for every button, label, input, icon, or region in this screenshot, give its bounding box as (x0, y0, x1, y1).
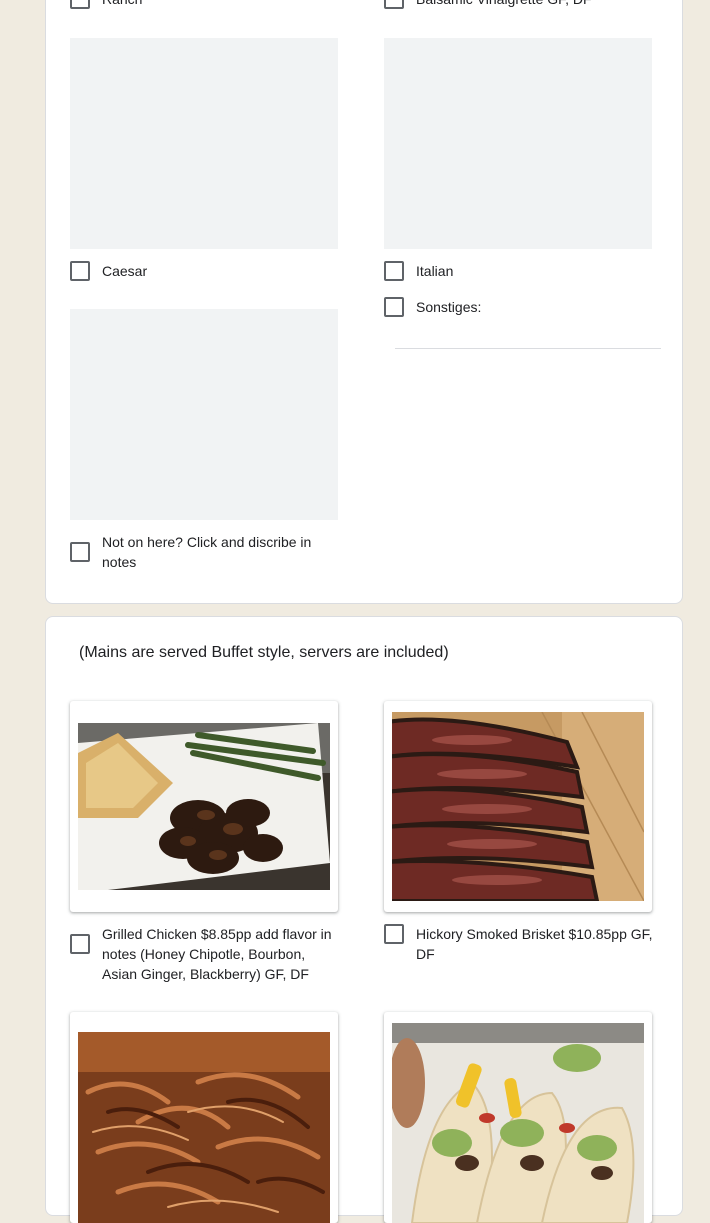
other-text-input[interactable] (395, 348, 661, 349)
smoked-brisket-photo (392, 712, 644, 901)
option-label: Grilled Chicken $8.85pp add flavor in no… (102, 926, 332, 982)
smoked-brisket-image-frame (384, 701, 652, 912)
italian-image-placeholder (384, 38, 652, 249)
dressing-question-card: Ranch Balsamic Vinaigrette GF, DF Caesar… (45, 0, 683, 604)
ranch-checkbox[interactable] (70, 0, 90, 9)
option-not-listed[interactable]: Not on here? Click and discribe in notes (70, 532, 330, 572)
question-description: (Mains are served Buffet style, servers … (79, 644, 449, 661)
caesar-image-placeholder (70, 38, 338, 249)
option-other[interactable]: Sonstiges: (384, 297, 481, 317)
option-label: Ranch (102, 0, 142, 9)
option-label: Hickory Smoked Brisket $10.85pp GF, DF (416, 926, 653, 962)
italian-checkbox[interactable] (384, 261, 404, 281)
not-listed-checkbox[interactable] (70, 542, 90, 562)
balsamic-checkbox[interactable] (384, 0, 404, 9)
grilled-chicken-checkbox[interactable] (70, 934, 90, 954)
option-caesar[interactable]: Caesar (70, 261, 147, 281)
grilled-chicken-image-frame (70, 701, 338, 912)
other-checkbox[interactable] (384, 297, 404, 317)
pulled-pork-image-frame (70, 1012, 338, 1223)
option-smoked-brisket[interactable]: Hickory Smoked Brisket $10.85pp GF, DF (384, 924, 654, 964)
option-ranch[interactable]: Ranch (70, 0, 142, 9)
option-balsamic[interactable]: Balsamic Vinaigrette GF, DF (384, 0, 592, 9)
caesar-checkbox[interactable] (70, 261, 90, 281)
grilled-chicken-photo (78, 723, 330, 890)
option-label: Caesar (102, 263, 148, 279)
not-listed-image-placeholder (70, 309, 338, 520)
option-label: Not on here? Click and discribe in notes (102, 534, 312, 570)
option-label: Italian (416, 263, 454, 279)
option-label: Balsamic Vinaigrette GF, DF (416, 0, 592, 9)
smoked-brisket-checkbox[interactable] (384, 924, 404, 944)
tacos-photo (392, 1023, 644, 1223)
pulled-pork-photo (78, 1032, 330, 1223)
option-grilled-chicken[interactable]: Grilled Chicken $8.85pp add flavor in no… (70, 924, 340, 984)
tacos-image-frame (384, 1012, 652, 1223)
option-italian[interactable]: Italian (384, 261, 453, 281)
mains-question-card: (Mains are served Buffet style, servers … (45, 616, 683, 1223)
option-label: Sonstiges: (416, 299, 482, 315)
